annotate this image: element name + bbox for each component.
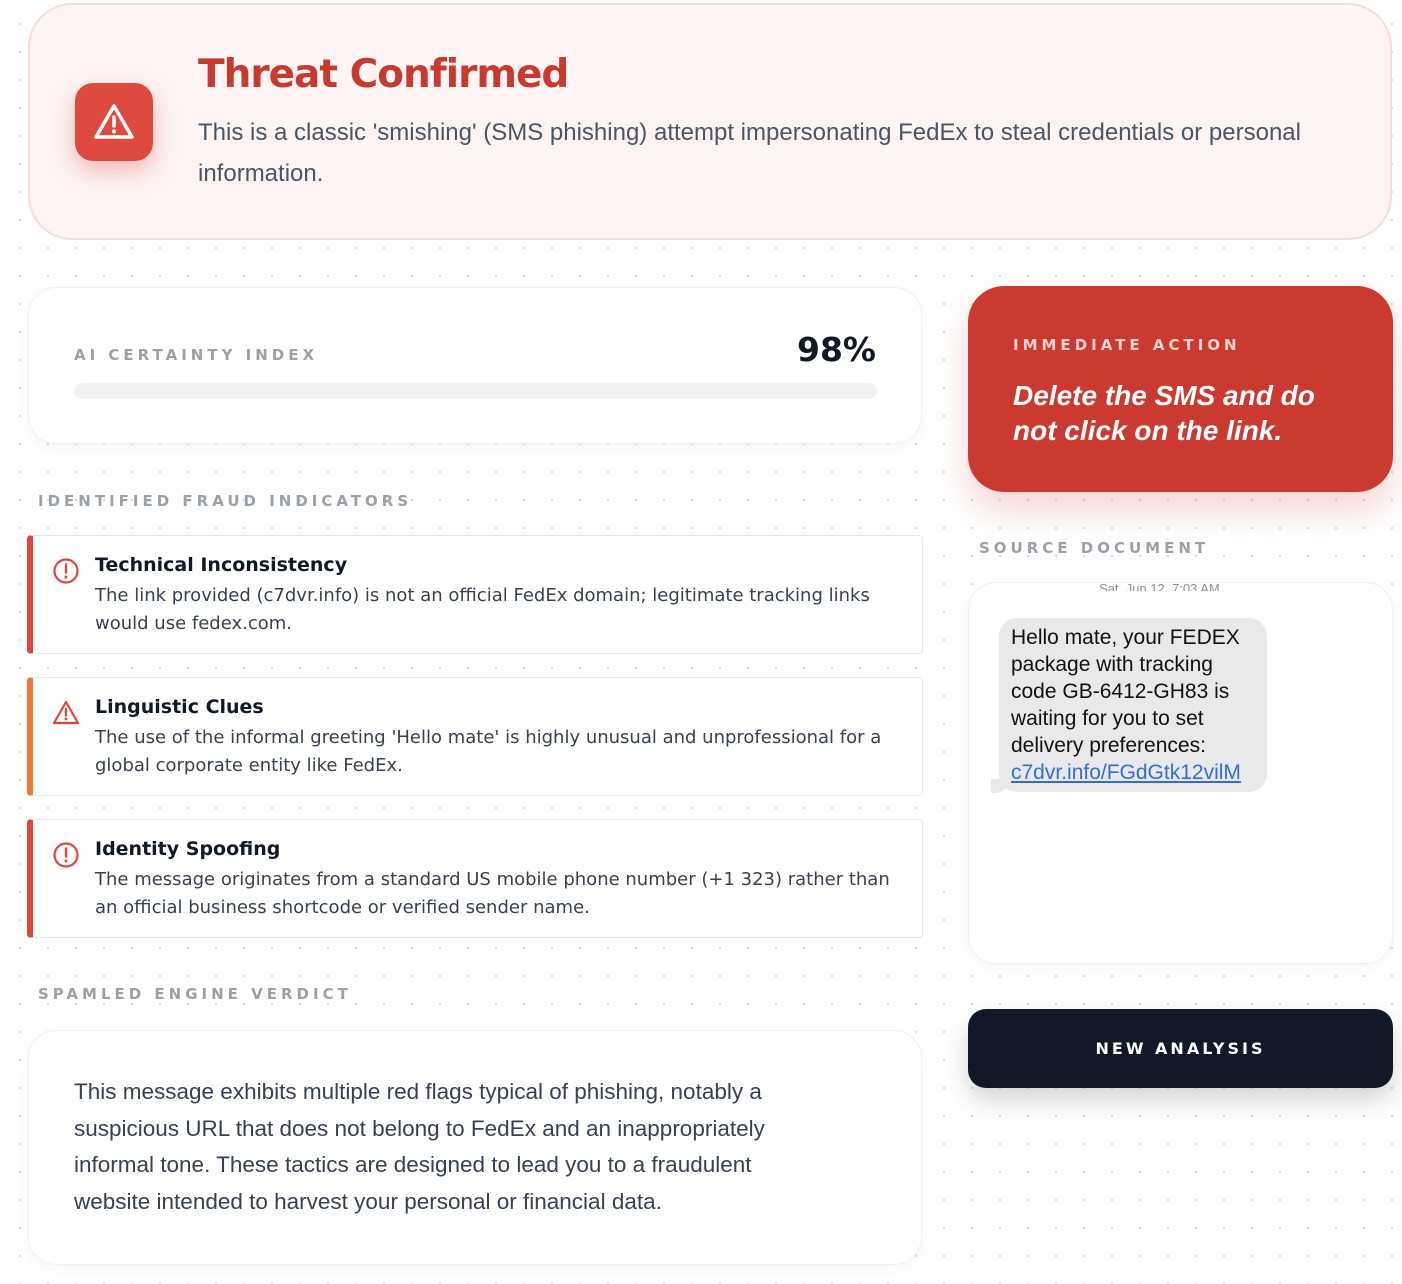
indicator-body: The message originates from a standard U…: [95, 869, 890, 918]
certainty-card: AI CERTAINTY INDEX 98%: [28, 287, 922, 444]
action-label: IMMEDIATE ACTION: [1013, 336, 1241, 354]
indicator-card: Identity Spoofing The message originates…: [27, 819, 923, 938]
verdict-heading: SPAMLED ENGINE VERDICT: [38, 985, 352, 1003]
sms-timestamp: Sat, Jun 12, 7:03 AM: [1099, 582, 1220, 591]
alert-circle-icon: [51, 840, 81, 870]
source-document-card: Sat, Jun 12, 7:03 AM Hello mate, your FE…: [968, 582, 1393, 964]
new-analysis-button[interactable]: NEW ANALYSIS: [968, 1009, 1393, 1088]
action-text: Delete the SMS and do not click on the l…: [1013, 380, 1315, 446]
source-heading: SOURCE DOCUMENT: [979, 539, 1210, 557]
indicators-heading: IDENTIFIED FRAUD INDICATORS: [38, 492, 413, 510]
sms-bubble: Hello mate, your FEDEX package with trac…: [999, 618, 1267, 792]
threat-subtitle: This is a classic 'smishing' (SMS phishi…: [198, 119, 1301, 187]
warning-triangle-icon: [75, 83, 153, 161]
threat-title: Threat Confirmed: [198, 52, 569, 97]
certainty-label: AI CERTAINTY INDEX: [74, 346, 319, 364]
verdict-text: This message exhibits multiple red flags…: [74, 1079, 765, 1214]
indicator-title: Identity Spoofing: [95, 838, 281, 860]
alert-circle-icon: [51, 556, 81, 586]
indicator-body: The link provided (c7dvr.info) is not an…: [95, 585, 870, 634]
verdict-card: This message exhibits multiple red flags…: [28, 1030, 922, 1265]
sms-link[interactable]: c7dvr.info/FGdGtk12vilM: [1011, 761, 1241, 784]
certainty-progress-fill: [74, 383, 861, 399]
warning-triangle-icon: [51, 698, 81, 728]
sms-message: Hello mate, your FEDEX package with trac…: [1011, 626, 1240, 757]
indicator-body: The use of the informal greeting 'Hello …: [95, 727, 882, 776]
certainty-value: 98%: [797, 330, 876, 369]
indicator-title: Linguistic Clues: [95, 696, 264, 718]
indicator-card: Technical Inconsistency The link provide…: [27, 535, 923, 654]
indicator-card: Linguistic Clues The use of the informal…: [27, 677, 923, 796]
certainty-progress-bar: [74, 383, 877, 399]
immediate-action-card: IMMEDIATE ACTION Delete the SMS and do n…: [968, 286, 1393, 492]
indicator-title: Technical Inconsistency: [95, 554, 348, 576]
